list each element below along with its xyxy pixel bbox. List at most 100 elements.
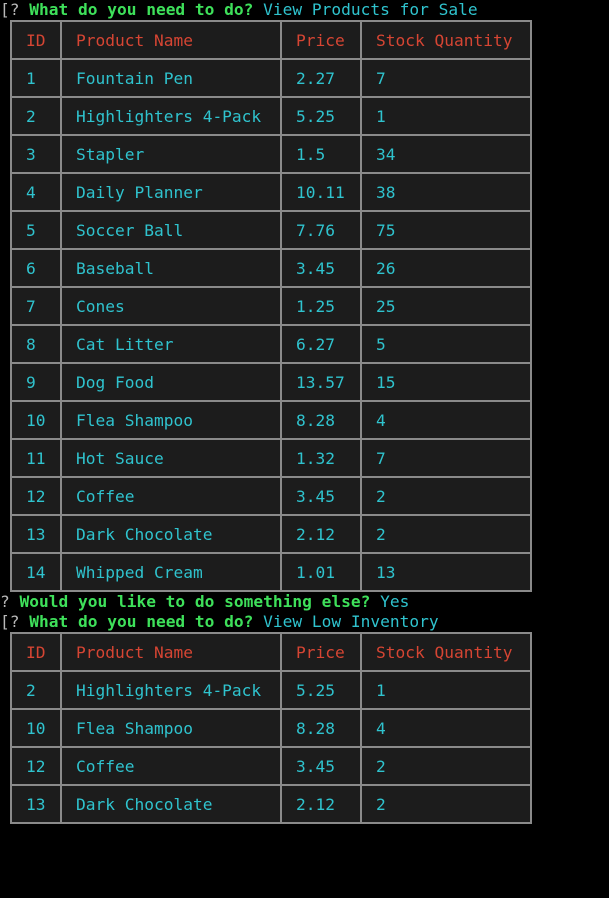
table-row: 7 Cones 1.25 25 xyxy=(10,286,532,326)
cell-product-name: Soccer Ball xyxy=(60,210,282,250)
table-row: 2 Highlighters 4-Pack 5.25 1 xyxy=(10,96,532,136)
table-row: 9 Dog Food 13.57 15 xyxy=(10,362,532,402)
table-row: 13 Dark Chocolate 2.12 2 xyxy=(10,784,532,824)
cell-product-name: Flea Shampoo xyxy=(60,400,282,440)
header-id: ID xyxy=(10,20,62,60)
cell-stock-quantity: 2 xyxy=(360,476,532,516)
cell-stock-quantity: 1 xyxy=(360,96,532,136)
cell-product-name: Dog Food xyxy=(60,362,282,402)
cell-price: 1.32 xyxy=(280,438,362,478)
table-row: 1 Fountain Pen 2.27 7 xyxy=(10,58,532,98)
cell-product-name: Dark Chocolate xyxy=(60,784,282,824)
cell-product-name: Baseball xyxy=(60,248,282,288)
cell-price: 5.25 xyxy=(280,670,362,710)
cell-price: 5.25 xyxy=(280,96,362,136)
cell-stock-quantity: 2 xyxy=(360,746,532,786)
products-table: ID Product Name Price Stock Quantity 1 Fo… xyxy=(10,20,532,592)
cell-product-name: Hot Sauce xyxy=(60,438,282,478)
cell-product-name: Fountain Pen xyxy=(60,58,282,98)
cell-price: 8.28 xyxy=(280,708,362,748)
cell-stock-quantity: 2 xyxy=(360,784,532,824)
prompt-line-products: [? What do you need to do? View Products… xyxy=(0,0,609,20)
cell-id: 5 xyxy=(10,210,62,250)
cell-stock-quantity: 5 xyxy=(360,324,532,364)
table-header-row: ID Product Name Price Stock Quantity xyxy=(10,20,532,60)
cell-price: 2.27 xyxy=(280,58,362,98)
cell-stock-quantity: 34 xyxy=(360,134,532,174)
prompt-question: What do you need to do? xyxy=(29,0,254,19)
products-table-body: 1 Fountain Pen 2.27 7 2 Highlighters 4-Pack 5.… xyxy=(10,58,532,592)
table-row: 6 Baseball 3.45 26 xyxy=(10,248,532,288)
cell-price: 8.28 xyxy=(280,400,362,440)
cell-price: 6.27 xyxy=(280,324,362,364)
header-price: Price xyxy=(280,632,362,672)
cell-id: 10 xyxy=(10,400,62,440)
table-row: 11 Hot Sauce 1.32 7 xyxy=(10,438,532,478)
prompt-answer: Yes xyxy=(380,592,410,611)
table-row: 4 Daily Planner 10.11 38 xyxy=(10,172,532,212)
cell-id: 14 xyxy=(10,552,62,592)
cell-price: 7.76 xyxy=(280,210,362,250)
cell-stock-quantity: 7 xyxy=(360,438,532,478)
cell-price: 1.5 xyxy=(280,134,362,174)
cell-id: 12 xyxy=(10,476,62,516)
cell-id: 6 xyxy=(10,248,62,288)
cell-id: 2 xyxy=(10,670,62,710)
table-row: 13 Dark Chocolate 2.12 2 xyxy=(10,514,532,554)
table-row: 12 Coffee 3.45 2 xyxy=(10,476,532,516)
cell-price: 1.01 xyxy=(280,552,362,592)
cell-stock-quantity: 7 xyxy=(360,58,532,98)
prompt-answer: View Low Inventory xyxy=(263,612,439,631)
cell-stock-quantity: 75 xyxy=(360,210,532,250)
header-product-name: Product Name xyxy=(60,632,282,672)
table-row: 10 Flea Shampoo 8.28 4 xyxy=(10,400,532,440)
cell-stock-quantity: 13 xyxy=(360,552,532,592)
cell-product-name: Whipped Cream xyxy=(60,552,282,592)
cell-id: 9 xyxy=(10,362,62,402)
prompt-question: Would you like to do something else? xyxy=(19,592,371,611)
cell-stock-quantity: 38 xyxy=(360,172,532,212)
cell-stock-quantity: 26 xyxy=(360,248,532,288)
cell-id: 10 xyxy=(10,708,62,748)
cell-id: 4 xyxy=(10,172,62,212)
prompt-prefix: [? xyxy=(0,612,30,631)
cell-product-name: Coffee xyxy=(60,746,282,786)
cell-price: 2.12 xyxy=(280,784,362,824)
prompt-prefix: [? xyxy=(0,0,30,19)
cell-price: 10.11 xyxy=(280,172,362,212)
cell-price: 3.45 xyxy=(280,476,362,516)
cell-product-name: Daily Planner xyxy=(60,172,282,212)
table-header-row: ID Product Name Price Stock Quantity xyxy=(10,632,532,672)
header-stock-quantity: Stock Quantity xyxy=(360,632,532,672)
table-row: 3 Stapler 1.5 34 xyxy=(10,134,532,174)
cell-stock-quantity: 2 xyxy=(360,514,532,554)
cell-product-name: Highlighters 4-Pack xyxy=(60,96,282,136)
prompt-line-low-inventory: [? What do you need to do? View Low Inve… xyxy=(0,612,609,632)
table-row: 2 Highlighters 4-Pack 5.25 1 xyxy=(10,670,532,710)
low-inventory-table-body: 2 Highlighters 4-Pack 5.25 1 10 Flea Shampoo 8… xyxy=(10,670,532,824)
cell-id: 7 xyxy=(10,286,62,326)
table-row: 14 Whipped Cream 1.01 13 xyxy=(10,552,532,592)
table-row: 12 Coffee 3.45 2 xyxy=(10,746,532,786)
table-row: 8 Cat Litter 6.27 5 xyxy=(10,324,532,364)
header-stock-quantity: Stock Quantity xyxy=(360,20,532,60)
cell-product-name: Stapler xyxy=(60,134,282,174)
header-price: Price xyxy=(280,20,362,60)
cell-id: 11 xyxy=(10,438,62,478)
cell-price: 13.57 xyxy=(280,362,362,402)
cell-price: 2.12 xyxy=(280,514,362,554)
cell-price: 1.25 xyxy=(280,286,362,326)
prompt-line-continue: ? Would you like to do something else? Y… xyxy=(0,592,609,612)
cell-id: 8 xyxy=(10,324,62,364)
cell-stock-quantity: 1 xyxy=(360,670,532,710)
table-row: 10 Flea Shampoo 8.28 4 xyxy=(10,708,532,748)
header-id: ID xyxy=(10,632,62,672)
cell-id: 13 xyxy=(10,784,62,824)
cell-product-name: Cat Litter xyxy=(60,324,282,364)
cell-product-name: Cones xyxy=(60,286,282,326)
prompt-question: What do you need to do? xyxy=(29,612,254,631)
table-row: 5 Soccer Ball 7.76 75 xyxy=(10,210,532,250)
prompt-prefix: ? xyxy=(0,592,20,611)
header-product-name: Product Name xyxy=(60,20,282,60)
cell-price: 3.45 xyxy=(280,248,362,288)
